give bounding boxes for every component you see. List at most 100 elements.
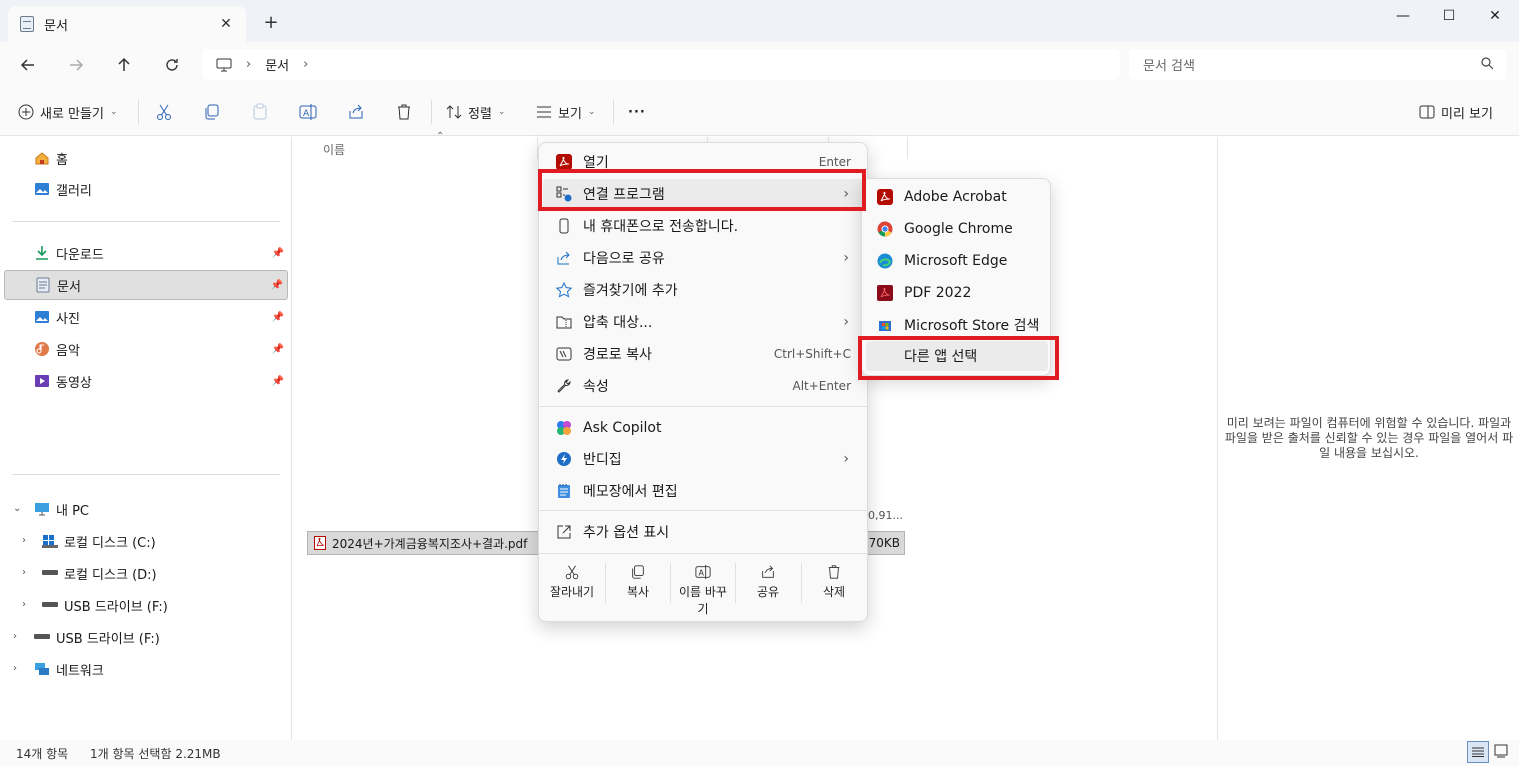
close-window-button[interactable]: ✕ — [1472, 0, 1518, 32]
sidebar-item-drive-c[interactable]: 로컬 디스크 (C:) — [4, 526, 288, 556]
share-button[interactable] — [347, 100, 365, 124]
submenu-item-microsoft-edge[interactable]: Microsoft Edge — [866, 246, 1048, 276]
sidebar-item-music[interactable]: 음악 📌 — [4, 334, 288, 364]
menu-label: 즐겨찾기에 추가 — [583, 283, 678, 299]
share-icon — [555, 249, 573, 267]
arrow-right-icon — [70, 59, 84, 71]
quick-action-share[interactable]: 공유 — [735, 561, 801, 600]
sort-icon — [446, 105, 462, 119]
delete-button[interactable] — [395, 100, 413, 124]
external-link-icon — [555, 523, 573, 541]
new-tab-button[interactable]: + — [260, 12, 282, 34]
windows-drive-icon — [42, 533, 58, 549]
sidebar-item-network[interactable]: 네트워크 — [4, 654, 288, 684]
status-bar: 14개 항목 1개 항목 선택함 2.21MB — [0, 740, 1519, 766]
back-button[interactable] — [14, 52, 42, 78]
breadcrumb-chevron-icon: › — [246, 57, 252, 72]
sidebar-item-usb-f-root[interactable]: USB 드라이브 (F:) — [4, 622, 288, 652]
sidebar-label: 로컬 디스크 (C:) — [64, 535, 156, 551]
up-button[interactable] — [110, 52, 138, 78]
menu-item-properties[interactable]: 속성 Alt+Enter — [543, 371, 865, 401]
preview-pane-button[interactable]: 미리 보기 — [1419, 100, 1493, 124]
menu-item-share-with[interactable]: 다음으로 공유 › — [543, 243, 865, 273]
tab-documents[interactable]: 문서 ✕ — [8, 6, 246, 42]
breadcrumb-documents[interactable]: 문서 — [265, 55, 289, 74]
tab-close-button[interactable]: ✕ — [216, 14, 236, 34]
rename-button[interactable]: A — [299, 100, 317, 124]
sidebar-label: 동영상 — [56, 375, 92, 391]
submenu-label: Adobe Acrobat — [904, 189, 1007, 205]
search-placeholder: 문서 검색 — [1143, 59, 1195, 74]
menu-item-notepad[interactable]: 메모장에서 편집 — [543, 476, 865, 506]
path-icon — [555, 345, 573, 363]
refresh-icon — [166, 59, 178, 71]
quick-action-rename[interactable]: A 이름 바꾸 기 — [670, 561, 736, 617]
view-button[interactable]: 보기 ⌄ — [536, 100, 595, 124]
copy-button[interactable] — [203, 100, 221, 124]
sidebar-item-documents[interactable]: 문서 📌 — [4, 270, 288, 300]
submenu-item-pdf-2022[interactable]: PDF 2022 — [866, 278, 1048, 308]
menu-item-bandizip[interactable]: 반디집 › — [543, 444, 865, 474]
pin-icon[interactable]: 📌 — [272, 376, 284, 387]
tab-title: 문서 — [44, 18, 68, 34]
submenu-item-google-chrome[interactable]: Google Chrome — [866, 214, 1048, 244]
menu-item-compress[interactable]: 압축 대상... › — [543, 307, 865, 337]
refresh-button[interactable] — [158, 52, 186, 78]
search-input[interactable]: 문서 검색 — [1129, 49, 1506, 80]
divider — [12, 221, 280, 222]
list-view-icon — [537, 106, 551, 118]
file-date-partial: 0,91... — [868, 509, 903, 522]
paste-button[interactable] — [251, 100, 269, 124]
pin-icon[interactable]: 📌 — [271, 280, 283, 291]
address-bar[interactable]: › 문서 › — [202, 49, 1120, 80]
column-header-name[interactable]: 이름 — [323, 141, 345, 158]
search-icon — [1481, 57, 1494, 70]
new-button[interactable]: 새로 만들기 ⌄ — [18, 100, 117, 124]
menu-item-add-favorites[interactable]: 즐겨찾기에 추가 — [543, 275, 865, 305]
menu-item-ask-copilot[interactable]: Ask Copilot — [543, 413, 865, 443]
sidebar-item-downloads[interactable]: 다운로드 📌 — [4, 238, 288, 268]
forward-button[interactable] — [62, 52, 90, 78]
chevron-right-icon: › — [843, 250, 849, 266]
cut-button[interactable] — [155, 100, 173, 124]
column-divider — [907, 137, 908, 159]
sidebar-item-home[interactable]: 홈 — [4, 143, 288, 173]
quick-action-label: 삭제 — [822, 585, 846, 599]
copy-icon — [205, 104, 219, 120]
preview-pane: 미리 보려는 파일이 컴퓨터에 위험할 수 있습니다. 파일과 파일을 받은 출… — [1217, 137, 1519, 740]
pin-icon[interactable]: 📌 — [272, 248, 284, 259]
breadcrumb-chevron-icon: › — [303, 57, 309, 72]
more-options-button[interactable]: ··· — [628, 100, 646, 124]
sidebar-label: 갤러리 — [56, 183, 92, 199]
sidebar-label: 음악 — [56, 343, 80, 359]
menu-item-send-to-phone[interactable]: 내 휴대폰으로 전송합니다. — [543, 211, 865, 241]
quick-action-delete[interactable]: 삭제 — [801, 561, 867, 600]
bandizip-icon — [555, 450, 573, 468]
menu-label: 경로로 복사 — [583, 347, 652, 363]
menu-item-more-options[interactable]: 추가 옵션 표시 — [543, 517, 865, 547]
submenu-item-adobe-acrobat[interactable]: Adobe Acrobat — [866, 182, 1048, 212]
sidebar-item-drive-d[interactable]: 로컬 디스크 (D:) — [4, 558, 288, 588]
sort-button[interactable]: 정렬 ⌄ — [446, 100, 505, 124]
share-icon — [349, 104, 363, 119]
quick-action-cut[interactable]: 잘라내기 — [539, 561, 605, 600]
menu-item-copy-path[interactable]: 경로로 복사 Ctrl+Shift+C — [543, 339, 865, 369]
details-view-button[interactable] — [1467, 741, 1489, 763]
title-bar: 문서 ✕ + — ☐ ✕ — [0, 0, 1519, 42]
plus-circle-icon — [18, 104, 34, 120]
minimize-button[interactable]: — — [1380, 0, 1426, 32]
maximize-button[interactable]: ☐ — [1426, 0, 1472, 32]
sidebar-item-usb-f[interactable]: USB 드라이브 (F:) — [4, 590, 288, 620]
sidebar-item-this-pc[interactable]: 내 PC — [4, 494, 288, 524]
document-icon — [20, 16, 34, 32]
quick-action-label: 공유 — [756, 585, 780, 599]
sidebar-item-gallery[interactable]: 갤러리 — [4, 174, 288, 204]
clipboard-icon — [253, 103, 267, 120]
pin-icon[interactable]: 📌 — [272, 344, 284, 355]
tiles-view-button[interactable] — [1494, 744, 1508, 761]
sidebar-item-pictures[interactable]: 사진 📌 — [4, 302, 288, 332]
pin-icon[interactable]: 📌 — [272, 312, 284, 323]
sidebar-item-videos[interactable]: 동영상 📌 — [4, 366, 288, 396]
quick-action-copy[interactable]: 복사 — [605, 561, 671, 600]
quick-action-label: 이름 바꾸 — [679, 585, 727, 599]
